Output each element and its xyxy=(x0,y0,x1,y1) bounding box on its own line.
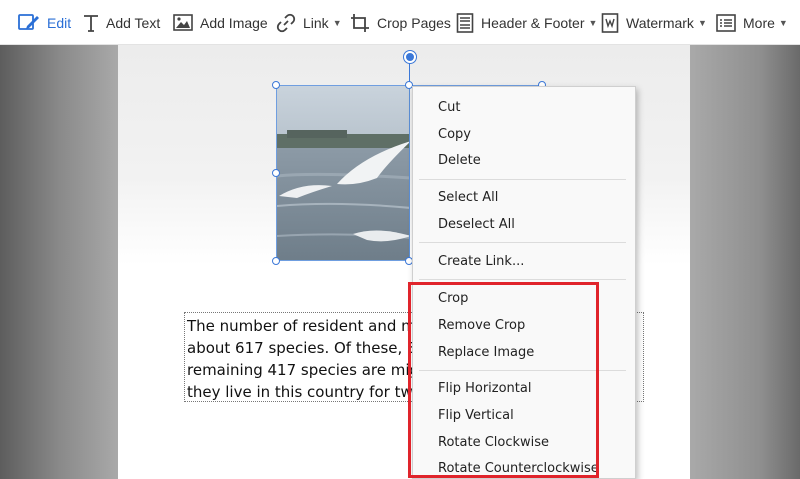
link-label: Link xyxy=(303,14,329,31)
add-image-label: Add Image xyxy=(200,14,268,31)
header-footer-button[interactable]: Header & Footer ▼ xyxy=(456,0,597,45)
menu-item-copy[interactable]: Copy xyxy=(438,127,471,142)
edit-label: Edit xyxy=(47,14,72,31)
crop-pages-button[interactable]: Crop Pages xyxy=(350,0,451,45)
more-button[interactable]: More ▼ xyxy=(716,0,788,45)
resize-handle-bottom-left[interactable] xyxy=(272,257,280,265)
menu-separator xyxy=(419,179,626,180)
watermark-label: Watermark xyxy=(626,14,694,31)
edit-icon xyxy=(18,13,40,33)
menu-item-select-all[interactable]: Select All xyxy=(438,190,498,205)
edit-button[interactable]: Edit xyxy=(18,0,71,45)
menu-separator xyxy=(419,279,626,280)
chevron-down-icon: ▼ xyxy=(332,17,342,28)
resize-handle-top-left[interactable] xyxy=(272,81,280,89)
crop-pages-icon xyxy=(350,13,370,33)
add-text-button[interactable]: Add Text xyxy=(83,0,160,45)
menu-item-cut[interactable]: Cut xyxy=(438,100,460,115)
menu-separator xyxy=(419,242,626,243)
add-image-button[interactable]: Add Image xyxy=(173,0,268,45)
crop-pages-label: Crop Pages xyxy=(377,14,451,31)
menu-item-create-link[interactable]: Create Link... xyxy=(438,254,524,269)
rotate-handle[interactable] xyxy=(404,51,416,63)
text-icon xyxy=(83,14,99,32)
highlight-box xyxy=(408,282,599,478)
toolbar: Edit Add Text Add Image Link ▼ Crop Page… xyxy=(0,0,800,45)
menu-item-deselect-all[interactable]: Deselect All xyxy=(438,217,515,232)
workspace-background-right xyxy=(690,45,800,479)
more-label: More xyxy=(743,14,775,31)
menu-item-delete[interactable]: Delete xyxy=(438,153,481,168)
header-footer-label: Header & Footer xyxy=(481,14,585,31)
chevron-down-icon: ▼ xyxy=(778,17,788,28)
image-icon xyxy=(173,14,193,31)
chevron-down-icon: ▼ xyxy=(697,17,707,28)
watermark-button[interactable]: Watermark ▼ xyxy=(601,0,707,45)
more-icon xyxy=(716,13,736,32)
link-button[interactable]: Link ▼ xyxy=(276,0,342,45)
resize-handle-left[interactable] xyxy=(272,169,280,177)
link-icon xyxy=(276,13,296,33)
chevron-down-icon: ▼ xyxy=(588,17,598,28)
header-footer-icon xyxy=(456,12,474,33)
add-text-label: Add Text xyxy=(106,14,161,31)
watermark-icon xyxy=(601,12,619,33)
